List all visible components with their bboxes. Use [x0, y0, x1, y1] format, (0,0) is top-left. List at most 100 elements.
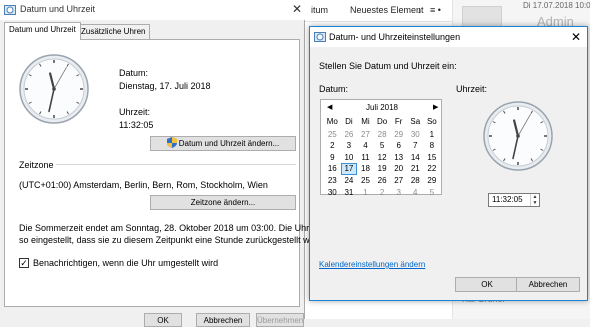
calendar-day[interactable]: 28 — [374, 129, 391, 141]
dst-info-line2: so eingestellt, dass sie zu diesem Zeitp… — [19, 235, 323, 245]
time-input-value: 11:32:05 — [492, 195, 523, 204]
calendar-day[interactable]: 3 — [341, 140, 358, 152]
date-time-settings-dialog: Datum- und Uhrzeiteinstellungen ✕ Stelle… — [309, 26, 588, 301]
calendar-day[interactable]: 28 — [407, 175, 424, 187]
calendar-day[interactable]: 21 — [407, 163, 424, 175]
time-label: Uhrzeit: — [119, 107, 151, 117]
calendar-day[interactable]: 16 — [324, 163, 341, 175]
calendar-day[interactable]: 25 — [324, 129, 341, 141]
weekday-header: So — [426, 117, 437, 126]
clock-app-icon — [314, 32, 326, 42]
calendar-day-selected[interactable]: 17 — [340, 163, 358, 175]
calendar-day[interactable]: 30 — [324, 187, 341, 199]
notify-checkbox[interactable]: ✓ — [19, 258, 29, 268]
window-title: Datum- und Uhrzeiteinstellungen — [329, 32, 461, 42]
calendar-day[interactable]: 27 — [357, 129, 374, 141]
date-label: Datum: — [319, 84, 349, 94]
dst-info-line1: Die Sommerzeit endet am Sonntag, 28. Okt… — [19, 223, 321, 233]
calendar-day[interactable]: 6 — [390, 140, 407, 152]
calendar-day[interactable]: 2 — [324, 140, 341, 152]
cancel-button[interactable]: Abbrechen — [196, 313, 250, 327]
calendar-day[interactable]: 26 — [374, 175, 391, 187]
calendar-day[interactable]: 26 — [341, 129, 358, 141]
date-time-dialog: Datum und Uhrzeit ✕ Datum und Uhrzeit Zu… — [0, 0, 322, 327]
change-date-time-button[interactable]: Datum und Uhrzeit ändern... — [150, 136, 296, 151]
time-input[interactable]: 11:32:05 ▲ ▼ — [488, 193, 540, 207]
calendar-day[interactable]: 5 — [374, 140, 391, 152]
calendar-day[interactable]: 30 — [407, 129, 424, 141]
calendar-day[interactable]: 11 — [357, 152, 374, 164]
toolbar-item[interactable]: itum — [311, 5, 328, 15]
calendar-day[interactable]: 7 — [407, 140, 424, 152]
change-timezone-button[interactable]: Zeitzone ändern... — [150, 195, 296, 210]
weekday-header: Fr — [394, 117, 403, 126]
analog-clock — [483, 101, 553, 171]
calendar-day[interactable]: 1 — [357, 187, 374, 199]
clock-center — [52, 87, 56, 91]
sort-down-arrow-icon[interactable]: ↓ — [417, 5, 422, 15]
ok-button[interactable]: OK — [144, 313, 182, 327]
calendar-day[interactable]: 3 — [390, 187, 407, 199]
message-date: Di 17.07.2018 10:06 — [523, 1, 590, 10]
clock-center — [516, 134, 520, 138]
cancel-button[interactable]: Abbrechen — [516, 277, 580, 292]
calendar-day[interactable]: 20 — [390, 163, 407, 175]
close-icon[interactable]: ✕ — [289, 1, 305, 18]
time-spinner-icon[interactable]: ▲ ▼ — [530, 194, 539, 206]
next-month-icon[interactable]: ▶ — [433, 103, 438, 111]
close-icon[interactable]: ✕ — [568, 29, 584, 45]
calendar-day[interactable]: 12 — [374, 152, 391, 164]
apply-button[interactable]: Übernehmen — [256, 313, 304, 327]
calendar-day[interactable]: 9 — [324, 152, 341, 164]
calendar-day[interactable]: 29 — [424, 175, 441, 187]
calendar-day[interactable]: 31 — [341, 187, 358, 199]
calendar-day[interactable]: 19 — [374, 163, 391, 175]
notify-label: Benachrichtigen, wenn die Uhr umgestellt… — [33, 258, 219, 268]
calendar[interactable]: ◀ Juli 2018 ▶ Mo Di Mi Do Fr Sa So 25 26 27 28 29 30… — [320, 99, 443, 198]
uac-shield-icon — [166, 137, 177, 148]
calendar-settings-link[interactable]: Kalendereinstellungen ändern — [319, 260, 425, 269]
analog-clock — [19, 54, 89, 124]
calendar-day[interactable]: 14 — [407, 152, 424, 164]
instruction-text: Stellen Sie Datum und Uhrzeit ein: — [319, 61, 457, 71]
tab-date-time[interactable]: Datum und Uhrzeit — [4, 22, 81, 40]
timezone-value: (UTC+01:00) Amsterdam, Berlin, Bern, Rom… — [19, 180, 268, 190]
date-label: Datum: — [119, 68, 149, 78]
calendar-day[interactable]: 8 — [424, 140, 441, 152]
calendar-day[interactable]: 4 — [407, 187, 424, 199]
calendar-month[interactable]: Juli 2018 — [321, 103, 443, 112]
calendar-day[interactable]: 22 — [424, 163, 441, 175]
date-value: Dienstag, 17. Juli 2018 — [119, 81, 211, 91]
clock-app-icon — [4, 5, 16, 15]
calendar-day[interactable]: 1 — [424, 129, 441, 141]
weekday-header: Sa — [410, 117, 421, 126]
view-options-icon[interactable]: ≡ • — [430, 5, 441, 15]
title-bar: Datum und Uhrzeit ✕ — [0, 0, 305, 20]
calendar-day[interactable]: 13 — [390, 152, 407, 164]
calendar-day[interactable]: 4 — [357, 140, 374, 152]
calendar-day[interactable]: 18 — [357, 163, 374, 175]
calendar-day[interactable]: 25 — [357, 175, 374, 187]
calendar-day[interactable]: 24 — [341, 175, 358, 187]
calendar-day[interactable]: 29 — [390, 129, 407, 141]
window-title: Datum und Uhrzeit — [20, 4, 96, 14]
divider — [56, 164, 296, 165]
calendar-day[interactable]: 27 — [390, 175, 407, 187]
time-label: Uhrzeit: — [456, 84, 488, 94]
calendar-grid: Mo Di Mi Do Fr Sa So 25 26 27 28 29 30 1 2 3 4 5 6 7 8 9 10 11 1… — [324, 117, 442, 198]
timezone-heading: Zeitzone — [19, 160, 54, 170]
calendar-day[interactable]: 23 — [324, 175, 341, 187]
weekday-header: Mi — [361, 117, 370, 126]
change-date-time-label: Datum und Uhrzeit ändern... — [178, 139, 280, 148]
weekday-header: Di — [345, 117, 353, 126]
calendar-day[interactable]: 15 — [424, 152, 441, 164]
calendar-day[interactable]: 2 — [374, 187, 391, 199]
calendar-day[interactable]: 10 — [341, 152, 358, 164]
weekday-header: Do — [376, 117, 388, 126]
weekday-header: Mo — [326, 117, 338, 126]
tab-additional-clocks[interactable]: Zusätzliche Uhren — [76, 24, 151, 39]
ok-button[interactable]: OK — [455, 277, 519, 292]
time-value: 11:32:05 — [119, 120, 154, 130]
calendar-day[interactable]: 5 — [424, 187, 441, 199]
sort-newest-button[interactable]: Neuestes Element — [350, 5, 424, 15]
